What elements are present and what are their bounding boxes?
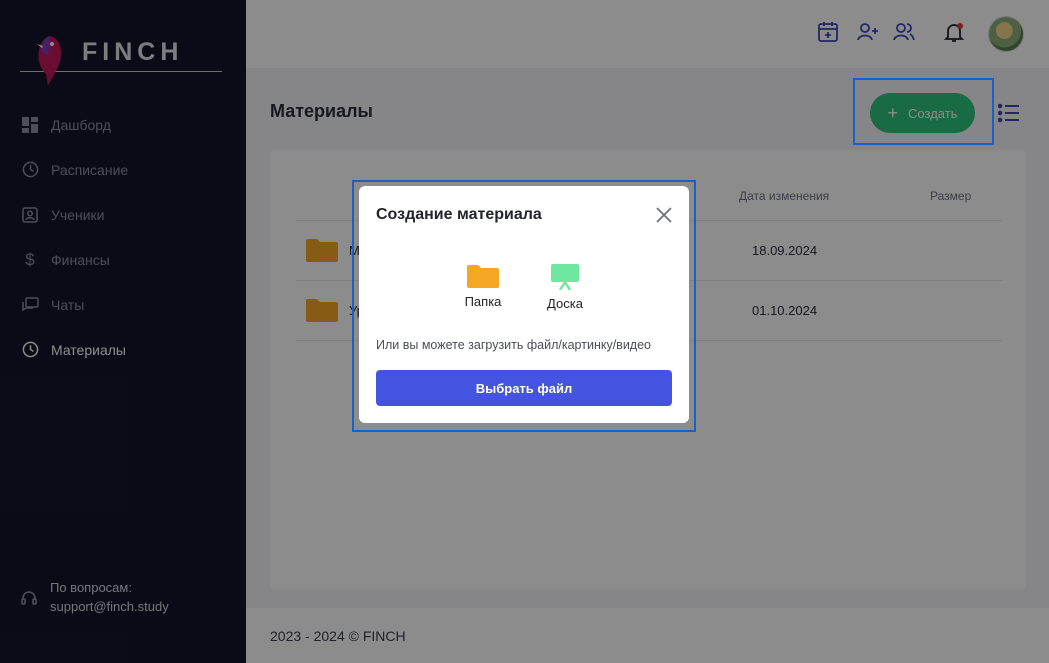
board-icon	[551, 264, 579, 290]
close-icon[interactable]	[655, 206, 673, 224]
option-folder[interactable]: Папка	[448, 264, 518, 309]
option-label: Доска	[547, 296, 583, 311]
create-material-modal: Создание материала Папка Доска Или вы мо…	[359, 186, 689, 423]
modal-title: Создание материала	[376, 206, 542, 223]
choose-file-button[interactable]: Выбрать файл	[376, 370, 672, 406]
folder-icon	[467, 265, 499, 288]
option-board[interactable]: Доска	[530, 264, 600, 311]
option-label: Папка	[464, 294, 502, 309]
create-button-highlight	[853, 78, 994, 145]
upload-hint: Или вы можете загрузить файл/картинку/ви…	[376, 338, 651, 352]
